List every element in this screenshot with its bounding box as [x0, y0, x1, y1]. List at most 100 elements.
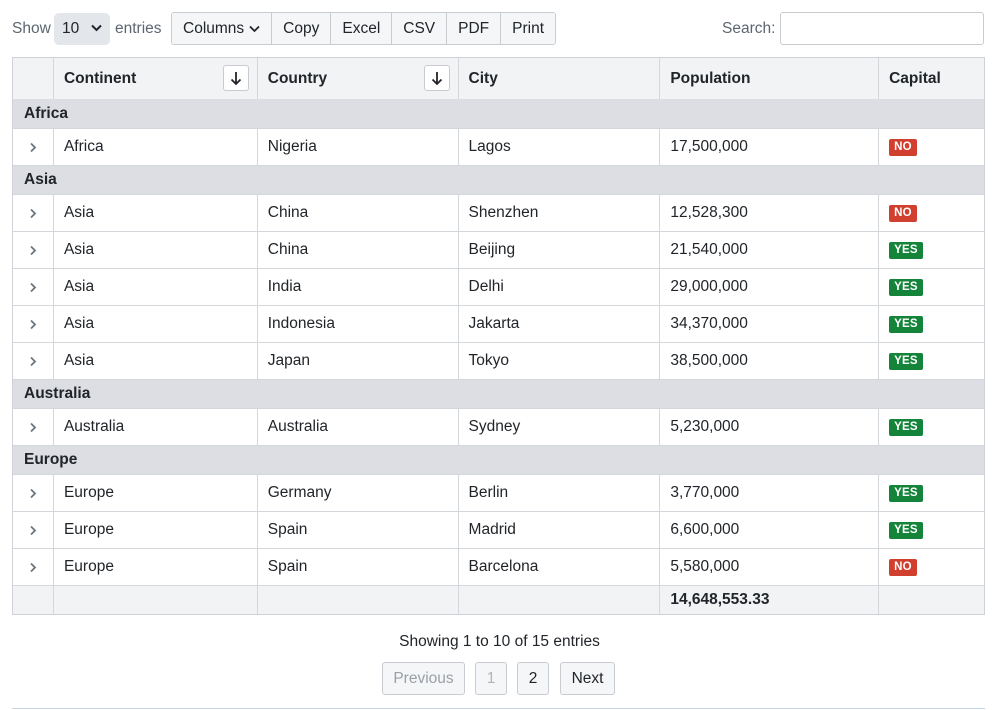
table-row[interactable]: Asia Indonesia Jakarta 34,370,000 YES [13, 305, 984, 342]
capital-badge: NO [889, 138, 917, 156]
expand-row-button[interactable] [13, 306, 53, 342]
group-header-row: Europe [13, 445, 984, 474]
footer-cell [878, 586, 984, 614]
capital-badge: YES [889, 484, 923, 502]
table-row[interactable]: Europe Spain Madrid 6,600,000 YES [13, 511, 984, 548]
excel-button[interactable]: Excel [331, 13, 393, 44]
expand-row-button[interactable] [13, 409, 53, 445]
capital-cell: NO [878, 129, 984, 165]
expand-row-button[interactable] [13, 269, 53, 305]
chevron-right-icon [30, 488, 37, 498]
chevron-right-icon [30, 245, 37, 255]
table-row[interactable]: Europe Germany Berlin 3,770,000 YES [13, 474, 984, 511]
sort-continent-button[interactable] [222, 65, 249, 91]
expand-row-button[interactable] [13, 475, 53, 511]
population-cell: 5,230,000 [659, 409, 878, 445]
expand-column-header [13, 58, 53, 99]
entries-label: entries [115, 20, 162, 37]
sort-country-button[interactable] [423, 65, 450, 91]
column-header-country[interactable]: Country [256, 58, 458, 99]
table-row[interactable]: Asia Japan Tokyo 38,500,000 YES [13, 342, 984, 379]
column-header-continent[interactable]: Continent [52, 58, 257, 99]
city-cell: Delhi [457, 269, 660, 305]
capital-cell: YES [878, 409, 984, 445]
country-cell: Germany [256, 475, 458, 511]
csv-button[interactable]: CSV [392, 13, 448, 44]
arrow-down-icon [431, 71, 442, 85]
entries-per-page-select[interactable]: 10 [54, 13, 110, 45]
table-info: Showing 1 to 10 of 15 entries [399, 633, 600, 650]
continent-cell: Asia [52, 232, 257, 268]
table-row[interactable]: Africa Nigeria Lagos 17,500,000 NO [13, 128, 984, 165]
continent-cell: Europe [52, 549, 257, 585]
population-cell: 5,580,000 [659, 549, 878, 585]
column-header-city[interactable]: City [457, 58, 660, 99]
pdf-button[interactable]: PDF [447, 13, 502, 44]
search-input[interactable] [780, 12, 984, 45]
capital-cell: YES [878, 475, 984, 511]
group-header-row: Africa [13, 99, 984, 128]
chevron-right-icon [30, 282, 37, 292]
footer-cell [457, 586, 660, 614]
group-header-row: Australia [13, 379, 984, 408]
continent-cell: Australia [52, 409, 257, 445]
chevron-down-icon [91, 24, 102, 32]
page-1-button[interactable]: 1 [475, 662, 507, 695]
expand-row-button[interactable] [13, 512, 53, 548]
table-row[interactable]: Europe Spain Barcelona 5,580,000 NO [13, 548, 984, 585]
expand-row-button[interactable] [13, 129, 53, 165]
capital-badge: YES [889, 352, 923, 370]
city-cell: Barcelona [457, 549, 660, 585]
capital-badge: NO [889, 558, 917, 576]
country-cell: Japan [256, 343, 458, 379]
capital-badge: YES [889, 241, 923, 259]
table-row[interactable]: Asia China Beijing 21,540,000 YES [13, 231, 984, 268]
table-body: Africa Africa Nigeria Lagos 17,500,000 NO Asia… [13, 99, 984, 585]
capital-cell: YES [878, 232, 984, 268]
capital-cell: YES [878, 343, 984, 379]
city-cell: Beijing [457, 232, 660, 268]
entries-per-page-value: 10 [62, 20, 80, 37]
capital-badge: YES [889, 521, 923, 539]
population-cell: 21,540,000 [659, 232, 878, 268]
print-button[interactable]: Print [501, 13, 556, 44]
table-footer-row: 14,648,553.33 [13, 585, 984, 614]
column-header-capital[interactable]: Capital [878, 58, 984, 99]
expand-row-button[interactable] [13, 343, 53, 379]
column-header-label: Country [267, 69, 328, 87]
table-row[interactable]: Australia Australia Sydney 5,230,000 YES [13, 408, 984, 445]
country-cell: Spain [256, 512, 458, 548]
table-row[interactable]: Asia China Shenzhen 12,528,300 NO [13, 194, 984, 231]
country-cell: Indonesia [256, 306, 458, 342]
city-cell: Shenzhen [457, 195, 660, 231]
expand-row-button[interactable] [13, 549, 53, 585]
city-cell: Berlin [457, 475, 660, 511]
capital-cell: YES [878, 306, 984, 342]
capital-badge: YES [889, 315, 923, 333]
next-page-button[interactable]: Next [560, 662, 615, 695]
footer-cell [256, 586, 458, 614]
columns-button[interactable]: Columns [172, 13, 273, 44]
country-cell: Nigeria [256, 129, 458, 165]
column-header-label: City [468, 69, 498, 87]
column-header-population[interactable]: Population [659, 58, 878, 99]
data-table: Continent Country City Population Capita… [12, 57, 985, 615]
table-header-row: Continent Country City Population Capita… [13, 58, 984, 99]
table-row[interactable]: Asia India Delhi 29,000,000 YES [13, 268, 984, 305]
copy-button[interactable]: Copy [272, 13, 332, 44]
expand-row-button[interactable] [13, 232, 53, 268]
expand-row-button[interactable] [13, 195, 53, 231]
country-cell: Spain [256, 549, 458, 585]
chevron-right-icon [30, 208, 37, 218]
capital-badge: NO [889, 204, 917, 222]
previous-page-button[interactable]: Previous [382, 662, 465, 695]
chevron-right-icon [30, 562, 37, 572]
chevron-right-icon [30, 142, 37, 152]
continent-cell: Asia [52, 195, 257, 231]
chevron-down-icon [249, 25, 260, 32]
page-2-button[interactable]: 2 [517, 662, 549, 695]
city-cell: Sydney [457, 409, 660, 445]
column-header-label: Population [670, 69, 751, 87]
population-cell: 3,770,000 [659, 475, 878, 511]
city-cell: Jakarta [457, 306, 660, 342]
